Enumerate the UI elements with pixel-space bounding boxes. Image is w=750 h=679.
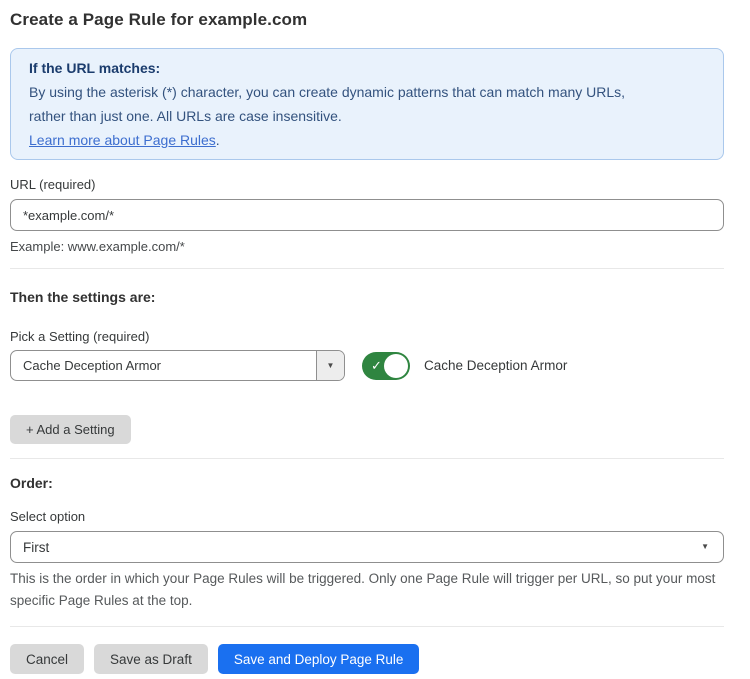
url-example-helper: Example: www.example.com/*: [10, 239, 724, 254]
info-box-heading: If the URL matches:: [29, 56, 705, 80]
save-as-draft-button[interactable]: Save as Draft: [94, 644, 208, 674]
cancel-button[interactable]: Cancel: [10, 644, 84, 674]
footer-actions: Cancel Save as Draft Save and Deploy Pag…: [10, 644, 724, 674]
order-select-value: First: [23, 540, 701, 555]
chevron-down-icon: ▼: [327, 362, 335, 370]
divider: [10, 626, 724, 627]
divider: [10, 458, 724, 459]
setting-select-arrow-button[interactable]: ▼: [316, 351, 344, 380]
select-option-label: Select option: [10, 509, 724, 524]
toggle-knob: [384, 354, 408, 378]
order-section-heading: Order:: [10, 475, 724, 492]
order-helper-text: This is the order in which your Page Rul…: [10, 568, 724, 612]
setting-row: Cache Deception Armor ▼ ✓ Cache Deceptio…: [10, 350, 724, 381]
info-box-link-row: Learn more about Page Rules.: [29, 128, 705, 152]
pick-setting-label: Pick a Setting (required): [10, 329, 724, 344]
url-match-info-box: If the URL matches: By using the asteris…: [10, 48, 724, 160]
create-page-rule-form: Create a Page Rule for example.com If th…: [10, 0, 724, 674]
info-box-body-line-2: rather than just one. All URLs are case …: [29, 104, 705, 128]
page-title: Create a Page Rule for example.com: [10, 0, 724, 30]
info-box-body-line-1: By using the asterisk (*) character, you…: [29, 80, 705, 104]
url-label: URL (required): [10, 177, 724, 192]
setting-select-value: Cache Deception Armor: [11, 351, 316, 380]
divider: [10, 268, 724, 269]
link-suffix: .: [216, 132, 220, 148]
setting-select[interactable]: Cache Deception Armor ▼: [10, 350, 345, 381]
order-select[interactable]: First ▼: [10, 531, 724, 563]
settings-section-heading: Then the settings are:: [10, 289, 724, 306]
url-input[interactable]: [10, 199, 724, 231]
toggle-label: Cache Deception Armor: [424, 358, 567, 373]
save-and-deploy-button[interactable]: Save and Deploy Page Rule: [218, 644, 420, 674]
cache-deception-armor-toggle[interactable]: ✓: [362, 352, 410, 380]
learn-more-link[interactable]: Learn more about Page Rules: [29, 132, 216, 148]
check-icon: ✓: [371, 359, 382, 372]
chevron-down-icon: ▼: [701, 543, 709, 551]
add-setting-button[interactable]: + Add a Setting: [10, 415, 131, 444]
